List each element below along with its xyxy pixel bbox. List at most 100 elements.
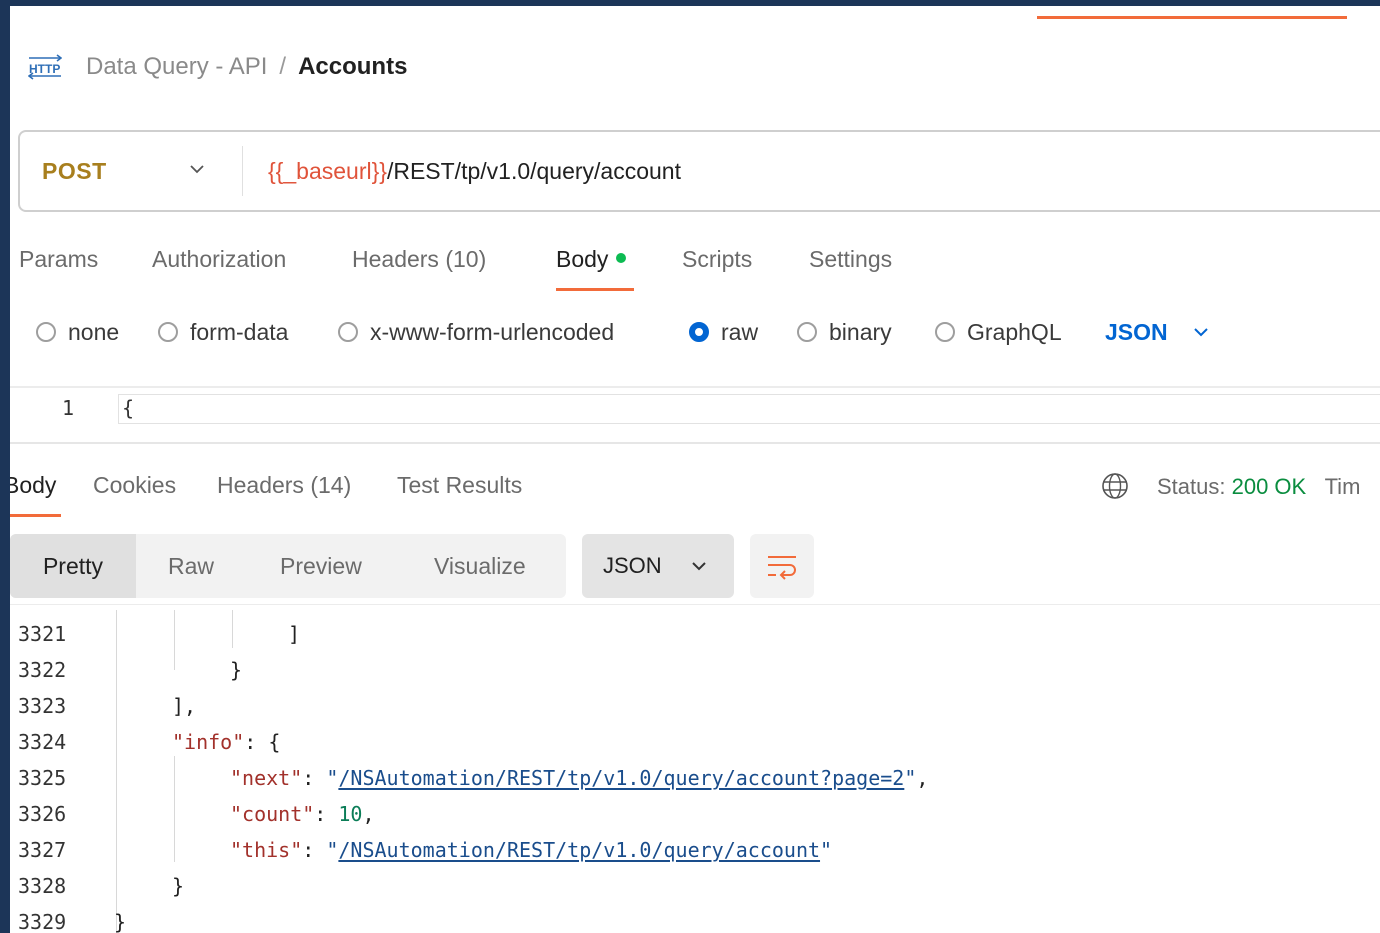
wrap-lines-icon <box>768 556 796 580</box>
json-link-this[interactable]: /NSAutomation/REST/tp/v1.0/query/account <box>338 838 820 862</box>
line-number: 3327 <box>18 838 67 862</box>
response-body-editor[interactable]: 3321 ] 3322 } 3323 ], 3324 "info": { 332… <box>10 610 1380 933</box>
tab-body-underline <box>556 288 634 291</box>
indent-guide <box>174 756 175 862</box>
radio-none[interactable]: none <box>36 318 119 346</box>
radio-circle <box>36 322 56 342</box>
url-divider <box>242 146 243 196</box>
response-tab-cookies[interactable]: Cookies <box>93 472 176 499</box>
json-key: "info" <box>172 730 245 754</box>
radio-urlencoded[interactable]: x-www-form-urlencoded <box>338 318 614 346</box>
json-key: "count" <box>230 802 315 826</box>
json-quote: " <box>820 838 833 862</box>
chevron-down-icon <box>1193 328 1208 337</box>
json-key: "this" <box>230 838 303 862</box>
panel-resize-handle[interactable] <box>10 442 1380 456</box>
code-line: "next": "/NSAutomation/REST/tp/v1.0/quer… <box>230 766 928 790</box>
wrap-lines-button[interactable] <box>750 534 814 598</box>
tab-authorization[interactable]: Authorization <box>152 246 286 273</box>
tab-headers[interactable]: Headers (10) <box>352 246 486 273</box>
chevron-down-icon[interactable] <box>188 160 206 178</box>
request-body-editor[interactable]: 1 { <box>10 386 1380 444</box>
response-tab-body[interactable]: Body <box>10 472 56 499</box>
line-number: 3322 <box>18 658 67 682</box>
radio-circle <box>797 322 817 342</box>
response-format-label: JSON <box>603 553 662 578</box>
radio-raw[interactable]: raw <box>689 318 758 346</box>
line-number: 3326 <box>18 802 67 826</box>
code-line: "this": "/NSAutomation/REST/tp/v1.0/quer… <box>230 838 832 862</box>
tab-params[interactable]: Params <box>19 246 98 273</box>
line-number: 3329 <box>18 910 67 933</box>
radio-circle-selected <box>689 322 709 342</box>
code-line: } <box>172 874 185 898</box>
status-value[interactable]: 200 OK <box>1232 474 1307 499</box>
response-view-toggle: Pretty Raw Preview Visualize <box>10 534 566 598</box>
line-number: 3328 <box>18 874 67 898</box>
json-quote: " <box>904 766 917 790</box>
chevron-down-icon <box>691 562 706 571</box>
indent-guide <box>116 610 117 933</box>
json-punct: , <box>362 802 375 826</box>
tab-settings[interactable]: Settings <box>809 246 892 273</box>
radio-label: form-data <box>190 318 289 345</box>
json-punct: : <box>302 838 327 862</box>
url-input[interactable]: {{_baseurl}}/REST/tp/v1.0/query/account <box>268 158 681 185</box>
url-bar: POST {{_baseurl}}/REST/tp/v1.0/query/acc… <box>18 130 1380 212</box>
line-number: 3321 <box>18 622 67 646</box>
url-variable: {{_baseurl}} <box>268 158 387 184</box>
json-number: 10 <box>338 802 363 826</box>
url-path: /REST/tp/v1.0/query/account <box>386 158 681 184</box>
response-format-select[interactable]: JSON <box>582 534 734 598</box>
breadcrumb-collection[interactable]: Data Query - API <box>86 53 267 81</box>
breadcrumb-separator: / <box>279 53 287 80</box>
radio-label: x-www-form-urlencoded <box>370 318 615 345</box>
tab-scripts[interactable]: Scripts <box>682 246 752 273</box>
response-tab-test-results[interactable]: Test Results <box>397 472 522 499</box>
active-line-highlight <box>118 394 1380 424</box>
http-request-icon: HTTP <box>28 54 62 80</box>
breadcrumb: HTTP Data Query - API / Accounts <box>28 52 407 82</box>
tab-body-label: Body <box>556 246 609 272</box>
view-raw[interactable]: Raw <box>168 534 214 598</box>
request-name[interactable]: Accounts <box>298 53 407 81</box>
view-preview[interactable]: Preview <box>280 534 362 598</box>
response-tab-underline <box>10 514 61 517</box>
radio-form-data[interactable]: form-data <box>158 318 288 346</box>
code-line: } <box>114 910 127 933</box>
radio-label: GraphQL <box>967 318 1062 345</box>
json-punct: : { <box>244 730 281 754</box>
radio-circle <box>158 322 178 342</box>
body-format-select[interactable]: JSON <box>1105 318 1210 346</box>
code-line: ] <box>288 622 301 646</box>
line-number: 3324 <box>18 730 67 754</box>
body-format-label: JSON <box>1105 318 1168 345</box>
method-select[interactable]: POST <box>42 158 107 185</box>
response-status: Status: 200 OK Tim <box>1157 474 1360 500</box>
time-label: Tim <box>1324 474 1361 499</box>
view-pretty[interactable]: Pretty <box>10 534 136 598</box>
json-punct: : <box>302 766 327 790</box>
json-quote: " <box>326 766 339 790</box>
indent-guide <box>174 610 175 670</box>
json-link-next[interactable]: /NSAutomation/REST/tp/v1.0/query/account… <box>338 766 904 790</box>
radio-binary[interactable]: binary <box>797 318 892 346</box>
json-quote: " <box>326 838 339 862</box>
line-number: 3323 <box>18 694 67 718</box>
globe-icon[interactable] <box>1100 471 1130 501</box>
indent-guide <box>232 610 233 648</box>
status-label: Status: <box>1157 474 1226 499</box>
code-line: ], <box>172 694 197 718</box>
code-line: { <box>122 396 135 420</box>
code-line: "count": 10, <box>230 802 375 826</box>
body-modified-dot <box>616 252 627 263</box>
line-number: 1 <box>62 396 75 420</box>
response-tab-headers[interactable]: Headers (14) <box>217 472 351 499</box>
tab-body[interactable]: Body <box>556 246 627 273</box>
json-punct: , <box>916 766 929 790</box>
view-visualize[interactable]: Visualize <box>434 534 526 598</box>
radio-label: raw <box>721 318 759 345</box>
radio-circle <box>338 322 358 342</box>
radio-graphql[interactable]: GraphQL <box>935 318 1062 346</box>
svg-text:HTTP: HTTP <box>29 62 60 76</box>
